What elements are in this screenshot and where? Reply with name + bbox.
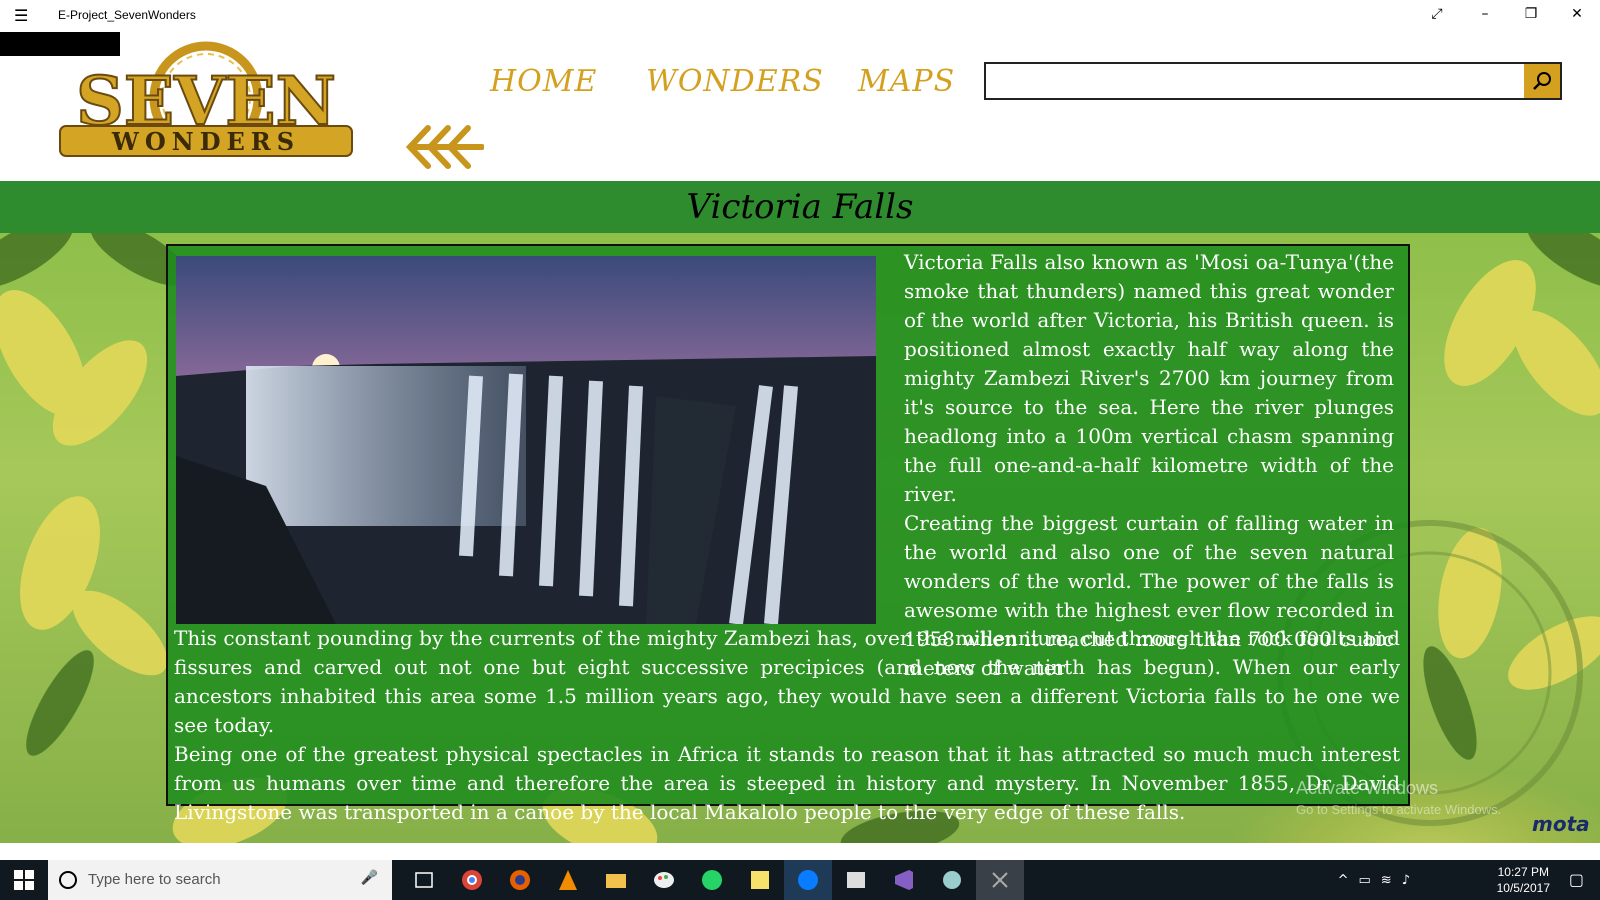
battery-icon[interactable]: ▭ [1359,873,1371,888]
description-side: Victoria Falls also known as 'Mosi oa-Tu… [904,248,1394,683]
search-icon [1533,72,1551,90]
volume-icon[interactable]: ♪ [1402,873,1410,888]
search-button[interactable] [1524,64,1560,98]
activate-windows-title: Activate Windows [1296,778,1439,798]
page-title: Victoria Falls [686,187,914,227]
clock-date: 10/5/2017 [1496,881,1550,895]
taskbar-clock[interactable]: 10:27 PM 10/5/2017 [1497,864,1550,896]
victoria-falls-photo [176,256,876,624]
description-bottom: This constant pounding by the currents o… [174,624,1400,827]
paragraph-1: Victoria Falls also known as 'Mosi oa-Tu… [904,250,1394,506]
window-titlebar: ☰ E-Project_SevenWonders ⤢ – ❐ ✕ [0,0,1600,32]
microphone-icon[interactable]: 🎤 [361,870,378,886]
close-icon[interactable]: ✕ [1566,6,1588,26]
paint-icon[interactable] [640,860,688,900]
activate-windows-subtitle: Go to Settings to activate Windows. [1296,802,1502,817]
cortana-icon [59,871,77,889]
search-input[interactable] [986,64,1532,98]
task-view-icon[interactable] [400,860,448,900]
chevron-up-icon[interactable]: ^ [1338,873,1349,888]
nav-maps-link[interactable]: MAPS [858,64,955,99]
taskbar-search-placeholder: Type here to search [88,871,221,888]
system-tray: ^ ▭ ≋ ♪ [1338,860,1410,900]
fullscreen-icon[interactable]: ⤢ [1426,6,1448,26]
taskbar-search[interactable]: Type here to search 🎤 [48,860,392,900]
windows-taskbar: Type here to search 🎤 ^ ▭ ≋ ♪ 10:27 PM 1… [0,860,1600,900]
nav-wonders-link[interactable]: WONDERS [646,64,824,99]
paragraph-3: This constant pounding by the currents o… [174,626,1400,737]
sticky-notes-icon[interactable] [736,860,784,900]
hamburger-icon[interactable]: ☰ [14,6,28,25]
restore-icon[interactable]: ❐ [1520,6,1542,26]
seven-wonders-logo[interactable]: SEVEN WONDERS [56,40,356,160]
mota-logo: mota [1532,812,1590,836]
wifi-icon[interactable]: ≋ [1381,873,1392,888]
app-icon[interactable] [976,860,1024,900]
back-arrow-icon[interactable] [404,124,485,170]
firefox-icon[interactable] [496,860,544,900]
chrome-icon[interactable] [448,860,496,900]
search-box [984,62,1562,100]
whatsapp-icon[interactable] [688,860,736,900]
taskbar-apps [400,860,1024,900]
vlc-icon[interactable] [544,860,592,900]
notifications-icon[interactable]: ▢ [1569,870,1584,889]
paragraph-4: Being one of the greatest physical spect… [174,742,1400,824]
clock-time: 10:27 PM [1497,865,1549,879]
media-icon[interactable] [832,860,880,900]
file-explorer-icon[interactable] [592,860,640,900]
window-title: E-Project_SevenWonders [58,8,196,22]
nav-home-link[interactable]: HOME [490,64,597,99]
logo-text-wonders: WONDERS [111,127,300,156]
windows-start-icon[interactable] [14,870,34,890]
messenger-icon[interactable] [784,860,832,900]
visual-studio-icon[interactable] [880,860,928,900]
page-title-bar: Victoria Falls [0,181,1600,233]
paint-brush-icon[interactable] [928,860,976,900]
minimize-icon[interactable]: – [1474,6,1496,26]
